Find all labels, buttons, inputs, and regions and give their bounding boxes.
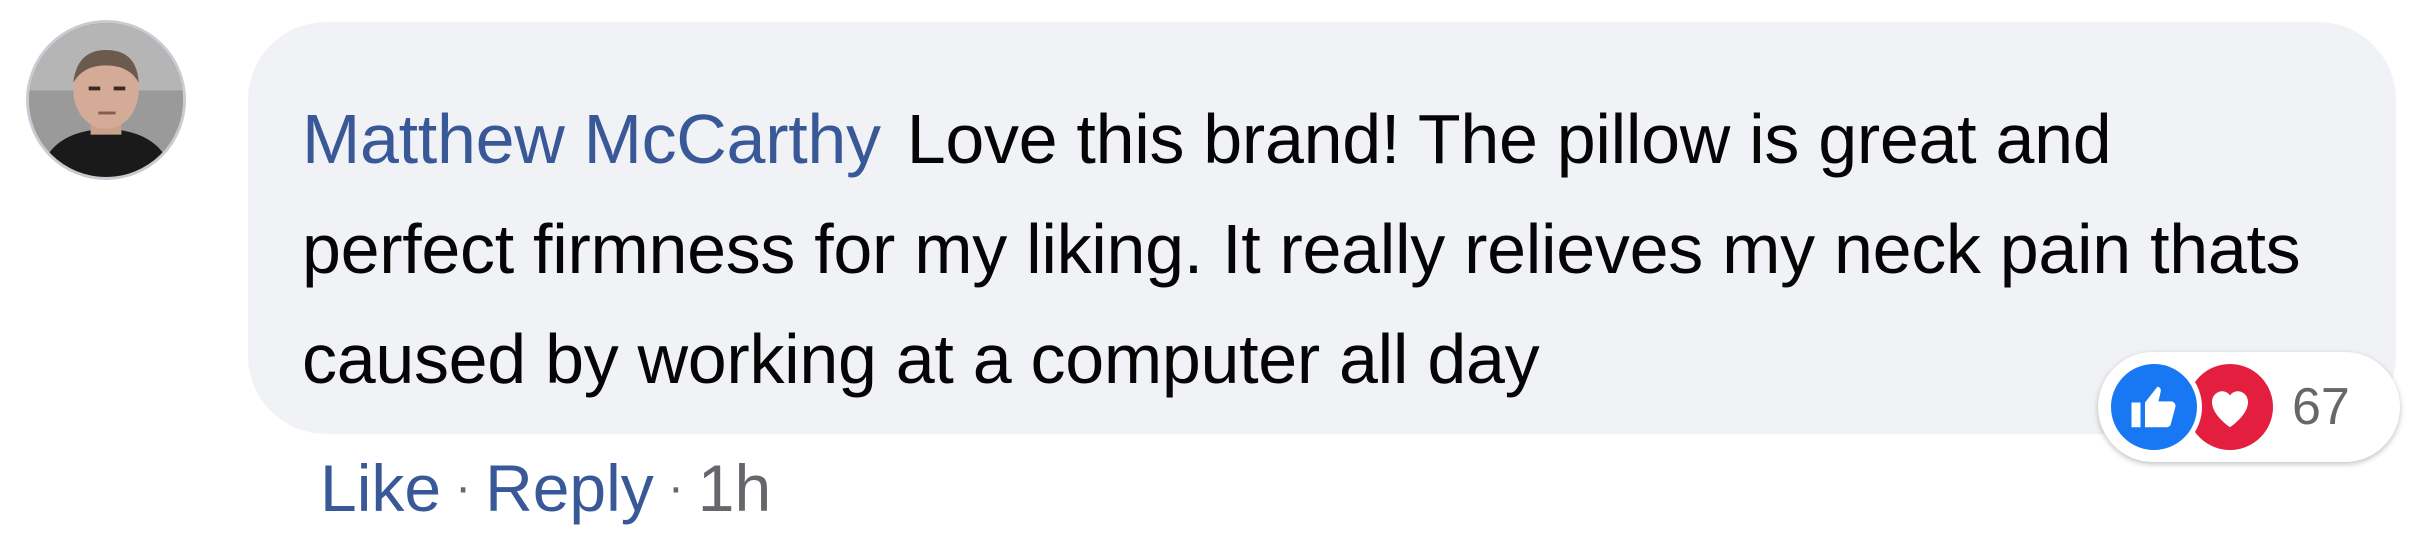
timestamp[interactable]: 1h [698,448,771,528]
separator-dot: · [455,461,472,514]
reply-button[interactable]: Reply [485,448,654,528]
comment-body: Matthew McCarthy Love this brand! The pil… [302,84,2336,414]
author-name-link[interactable]: Matthew McCarthy [302,100,881,178]
avatar[interactable] [26,20,186,180]
reactions-summary[interactable]: 67 [2098,352,2400,462]
avatar-photo [29,23,183,177]
like-icon [2106,359,2202,455]
like-button[interactable]: Like [320,448,441,528]
comment-actions: Like · Reply · 1h [320,448,771,528]
comment-container: Matthew McCarthy Love this brand! The pil… [0,0,2422,560]
reaction-count: 67 [2292,378,2350,436]
separator-dot: · [667,461,684,514]
comment-bubble: Matthew McCarthy Love this brand! The pil… [248,22,2396,434]
